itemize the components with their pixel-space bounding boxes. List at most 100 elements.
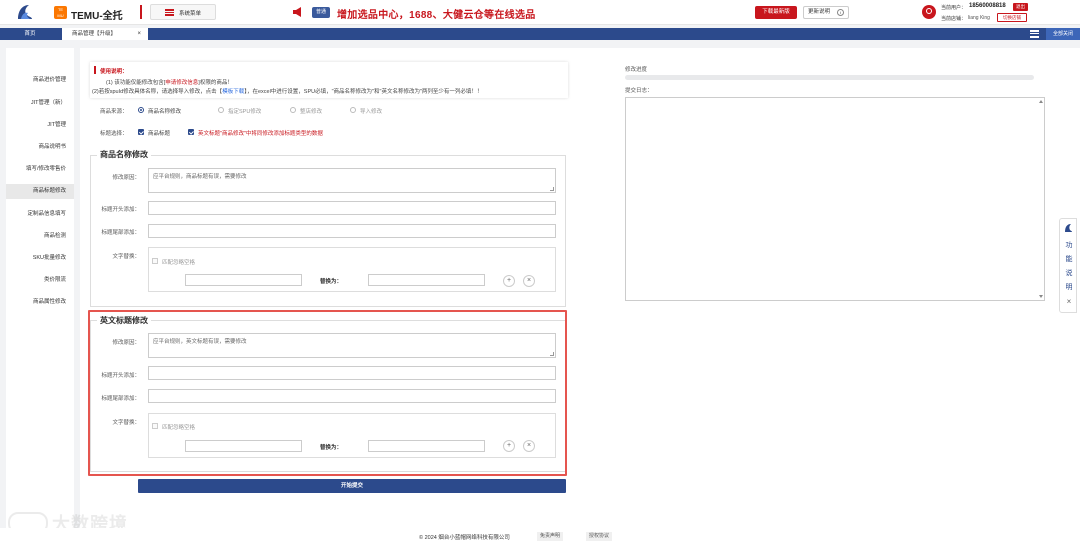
- system-menu-button[interactable]: 系统菜单: [150, 4, 216, 20]
- cn-reason-textarea[interactable]: 应平台规则，商品标题有误，需要修改: [148, 168, 556, 193]
- cn-section-legend: 商品名称修改: [97, 149, 151, 160]
- usage-instructions: 使用说明： (1) 该功能仅能修改包含[申请修改信息]权限的商品！ (2)若按s…: [90, 62, 568, 98]
- tab-list-icon[interactable]: [1030, 30, 1039, 38]
- en-prefix-label: 标题开头添加：: [101, 373, 140, 379]
- cn-suffix-label: 标题尾部添加：: [101, 230, 140, 236]
- cn-find-input[interactable]: [185, 274, 302, 286]
- en-match-space-label: 匹配忽略空格: [162, 425, 196, 431]
- resize-grip-icon[interactable]: [550, 187, 554, 191]
- update-notes-label: 更新说明: [808, 9, 831, 15]
- current-store-name: liang King: [968, 15, 990, 21]
- title-checkbox-cn[interactable]: [138, 129, 144, 135]
- cn-suffix-input[interactable]: [148, 224, 556, 238]
- temu-logo-icon: TE MU: [54, 6, 67, 19]
- current-user-label: 当前用户：: [941, 5, 967, 11]
- start-submit-button[interactable]: 开始提交: [138, 479, 566, 493]
- cn-replace-with-label: 替换为：: [320, 279, 343, 285]
- sidebar-item-manual[interactable]: 商品说明书: [6, 140, 74, 155]
- resize-grip-icon[interactable]: [550, 352, 554, 356]
- app-logo-icon: [18, 5, 32, 19]
- current-store-label: 当前店铺：: [941, 16, 967, 22]
- cn-prefix-label: 标题开头添加：: [101, 207, 140, 213]
- cn-replace-label: 文字替换：: [112, 254, 140, 260]
- title-option-en[interactable]: 英文标题"商品修改"中将同修改添加标题类型的数据: [198, 129, 323, 137]
- source-radio-name[interactable]: [138, 107, 144, 113]
- progress-bar: [625, 75, 1034, 80]
- submit-log-textarea[interactable]: [625, 97, 1045, 301]
- title-checkbox-en[interactable]: [188, 129, 194, 135]
- title-option-cn[interactable]: 商品标题: [148, 129, 170, 137]
- notice-banner[interactable]: 增加选品中心，1688、大健云仓等在线选品: [337, 6, 536, 21]
- switch-store-button[interactable]: 切换店铺: [997, 13, 1027, 22]
- cn-replace-input[interactable]: [368, 274, 485, 286]
- brand-name: TEMU-全托: [71, 11, 123, 22]
- tab-home[interactable]: 首页: [0, 28, 60, 40]
- source-option-spu[interactable]: 指定SPU修改: [228, 107, 261, 115]
- progress-label: 修改进度: [625, 67, 648, 73]
- source-option-name[interactable]: 商品名称修改: [148, 107, 181, 115]
- close-icon[interactable]: ×: [1064, 297, 1074, 306]
- sidebar-item-sku-batch[interactable]: SKU批量修改: [6, 251, 74, 266]
- user-avatar-icon[interactable]: [922, 5, 936, 19]
- usage-line-1: (1) 该功能仅能修改包含[申请修改信息]权限的商品！: [106, 80, 233, 86]
- title-select-label: 标题选择：: [100, 131, 128, 137]
- en-suffix-label: 标题尾部添加：: [101, 396, 140, 402]
- sidebar-item-custom-info[interactable]: 定制品信息填写: [6, 207, 74, 222]
- source-radio-store[interactable]: [290, 107, 296, 113]
- en-match-space-checkbox[interactable]: [152, 423, 158, 429]
- en-replace-label: 文字替换：: [112, 420, 140, 426]
- close-tab-icon[interactable]: ×: [137, 28, 141, 40]
- source-radio-spu[interactable]: [218, 107, 224, 113]
- tab-label: 商品管理【升级】: [72, 31, 117, 37]
- cn-match-space-label: 匹配忽略空格: [162, 260, 196, 266]
- tab-product-manage[interactable]: 商品管理【升级】 ×: [62, 28, 148, 40]
- top-header: TE MU TEMU-全托 系统菜单 普通 增加选品中心，1688、大健云仓等在线…: [0, 0, 1080, 25]
- scroll-up-icon[interactable]: [1039, 100, 1043, 103]
- sidebar-item-cost-price[interactable]: 商品进价管理: [6, 73, 74, 88]
- en-prefix-input[interactable]: [148, 366, 556, 380]
- sidebar-item-price-limit[interactable]: 类价限流: [6, 273, 74, 288]
- sidebar-item-retail-price[interactable]: 填写/修改零售价: [6, 162, 74, 177]
- current-user-phone: 18560008818: [969, 3, 1006, 9]
- sidebar-item-jit-new[interactable]: JIT管理（新）: [6, 96, 74, 111]
- usage-line-2: (2)若按spuId修改具体名称，请选择导入修改，点击【模板下载】，在excel…: [92, 89, 483, 95]
- update-notes-button[interactable]: 更新说明 i: [803, 6, 849, 19]
- en-replace-with-label: 替换为：: [320, 445, 343, 451]
- app-logo-icon: [1065, 224, 1072, 232]
- sidebar-item-title-edit[interactable]: 商品标题修改: [6, 184, 74, 199]
- en-find-input[interactable]: [185, 440, 302, 452]
- source-option-store[interactable]: 整店修改: [300, 107, 322, 115]
- logout-button[interactable]: 退出: [1013, 3, 1028, 11]
- en-reason-textarea[interactable]: 应平台规则，英文标题有误，需要修改: [148, 333, 556, 358]
- source-label: 商品来源：: [100, 109, 128, 115]
- template-download-link[interactable]: 模板下载: [222, 89, 244, 95]
- cn-prefix-input[interactable]: [148, 201, 556, 215]
- info-icon: i: [837, 9, 844, 16]
- cn-remove-rule-icon[interactable]: ×: [523, 275, 535, 287]
- sidebar: 商品进价管理 JIT管理（新） JIT管理 商品说明书 填写/修改零售价 商品标…: [6, 48, 74, 528]
- cn-add-rule-icon[interactable]: +: [503, 275, 515, 287]
- source-option-import[interactable]: 导入修改: [360, 107, 382, 115]
- scroll-down-icon[interactable]: [1039, 295, 1043, 298]
- source-radio-import[interactable]: [350, 107, 356, 113]
- en-suffix-input[interactable]: [148, 389, 556, 403]
- sidebar-item-jit[interactable]: JIT管理: [6, 118, 74, 133]
- cn-reason-label: 修改原因：: [112, 175, 140, 181]
- megaphone-icon: [293, 7, 301, 17]
- download-latest-button[interactable]: 下载最新版: [755, 6, 797, 19]
- close-all-tabs-button[interactable]: 全部关闭: [1046, 28, 1080, 40]
- feature-help-tab[interactable]: 功能说明 ×: [1059, 218, 1077, 313]
- feature-help-label: 功能说明: [1065, 242, 1073, 291]
- log-label: 提交日志：: [625, 88, 653, 94]
- sidebar-item-inspection[interactable]: 商品检测: [6, 229, 74, 244]
- cn-match-space-checkbox[interactable]: [152, 258, 158, 264]
- en-remove-rule-icon[interactable]: ×: [523, 440, 535, 452]
- sidebar-item-attributes[interactable]: 商品属性修改: [6, 295, 74, 310]
- footer: © 2024 烟台小蓝帽网络科技有限公司 免责声明 授权协议: [0, 528, 1080, 544]
- menu-icon: [165, 9, 174, 16]
- en-add-rule-icon[interactable]: +: [503, 440, 515, 452]
- disclaimer-link[interactable]: 免责声明: [537, 532, 564, 541]
- license-link[interactable]: 授权协议: [586, 532, 613, 541]
- en-replace-input[interactable]: [368, 440, 485, 452]
- copyright: © 2024 烟台小蓝帽网络科技有限公司: [419, 535, 510, 541]
